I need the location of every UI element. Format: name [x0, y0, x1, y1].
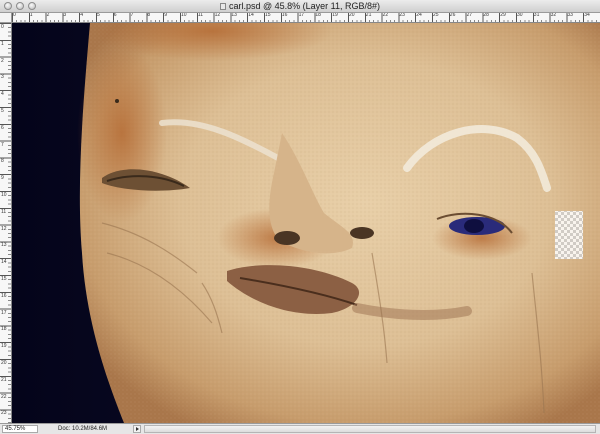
ruler-h-label: 28 — [483, 13, 489, 18]
ruler-v-label: 23 — [1, 410, 7, 417]
ruler-h-label: 20 — [349, 13, 355, 18]
vertical-ruler[interactable]: 0 1 2 3 4 5 6 7 8 9 10 11 12 13 14 15 16 17 18 19 20 21 22 23 — [0, 23, 12, 423]
ruler-h-label: 31 — [533, 13, 540, 18]
ruler-v-label: 4 — [1, 91, 4, 98]
ruler-h-label: 14 — [248, 13, 254, 18]
document-icon — [219, 3, 226, 10]
ruler-h-label: 11 — [197, 13, 203, 18]
ruler-h-label: 30 — [517, 13, 523, 18]
ruler-h-label: 27 — [466, 13, 473, 18]
ruler-v-label: 16 — [1, 292, 7, 299]
status-bar: 45.75% Doc: 10.2M/84.6M — [0, 423, 600, 434]
horizontal-scrollbar[interactable] — [144, 425, 596, 433]
ruler-v-label: 13 — [1, 242, 7, 249]
ruler-v-label: 2 — [1, 57, 4, 64]
ruler-h-label: 16 — [281, 13, 288, 18]
ruler-v-label: 3 — [1, 74, 4, 81]
ruler-h-label: 25 — [433, 13, 439, 18]
ruler-h-label: 7 — [130, 13, 134, 18]
ruler-h-label: 15 — [265, 13, 271, 18]
window-title-text: carl.psd @ 45.8% (Layer 11, RGB/8#) — [228, 1, 381, 11]
document-canvas[interactable] — [12, 23, 600, 423]
ruler-h-label: 5 — [97, 13, 100, 18]
transparent-area — [555, 211, 583, 259]
right-pupil — [464, 219, 484, 233]
ruler-v-label: 9 — [1, 175, 4, 182]
ruler-v-label: 18 — [1, 326, 7, 333]
window-title: carl.psd @ 45.8% (Layer 11, RGB/8#) — [0, 0, 600, 12]
ruler-v-label: 12 — [1, 225, 7, 232]
ruler-h-label: 19 — [332, 13, 338, 18]
ruler-h-label: 29 — [500, 13, 506, 18]
ruler-h-label: 9 — [164, 13, 167, 18]
ruler-h-label: 4 — [80, 13, 83, 18]
ruler-h-label: 22 — [382, 13, 389, 18]
ruler-v-label: 14 — [1, 259, 7, 266]
ruler-h-label: 34 — [584, 13, 590, 18]
ruler-v-label: 15 — [1, 276, 7, 282]
dark-spot — [115, 99, 119, 103]
ruler-v-label: 7 — [1, 141, 4, 148]
rust-left — [77, 43, 167, 223]
photoshop-document-window: carl.psd @ 45.8% (Layer 11, RGB/8#) 0123… — [0, 0, 600, 434]
ruler-v-label: 0 — [1, 24, 4, 30]
ruler-h-label: 18 — [315, 13, 321, 18]
ruler-v-label: 6 — [1, 124, 4, 131]
ruler-h-label: 24 — [416, 13, 422, 18]
ruler-h-label: 33 — [567, 13, 573, 18]
status-menu-arrow-icon[interactable] — [133, 425, 141, 433]
canvas-image — [12, 23, 600, 423]
ruler-v-label: 10 — [1, 192, 7, 198]
ruler-v-label: 22 — [1, 393, 7, 400]
document-size-info: Doc: 10.2M/84.6M — [58, 426, 108, 432]
ruler-v-label: 17 — [1, 309, 7, 316]
ruler-v-label: 20 — [1, 360, 7, 366]
ruler-v-label: 8 — [1, 158, 4, 165]
ruler-v-label: 11 — [1, 208, 7, 215]
ruler-h-label: 8 — [147, 13, 151, 18]
ruler-h-label: 6 — [113, 13, 117, 18]
title-bar[interactable]: carl.psd @ 45.8% (Layer 11, RGB/8#) — [0, 0, 600, 13]
ruler-h-label: 1 — [29, 13, 33, 18]
ruler-h-label: 3 — [63, 13, 67, 18]
ruler-h-label: 32 — [550, 13, 557, 18]
ruler-v-label: 5 — [1, 108, 4, 114]
ruler-h-label: 23 — [399, 13, 405, 18]
ruler-h-label: 21 — [365, 13, 372, 18]
ruler-h-label: 13 — [231, 13, 237, 18]
horizontal-ruler[interactable]: 0 1 2 3 4 5 6 7 8 9 10 11 12 13 14 15 16 17 18 19 20 21 22 23 24… — [12, 13, 600, 23]
ruler-origin[interactable] — [0, 13, 12, 23]
ruler-v-label: 21 — [1, 376, 7, 383]
ruler-v-label: 1 — [1, 40, 4, 47]
left-nostril — [274, 231, 300, 245]
zoom-level-field[interactable]: 45.75% — [2, 425, 38, 433]
ruler-v-label: 19 — [1, 343, 7, 350]
ruler-h-label: 2 — [46, 13, 50, 18]
ruler-h-label: 26 — [449, 13, 456, 18]
ruler-h-label: 10 — [181, 13, 187, 18]
ruler-h-label: 12 — [214, 13, 221, 18]
right-nostril — [350, 227, 374, 239]
ruler-h-label: 0 — [13, 13, 16, 18]
ruler-h-label: 17 — [298, 13, 305, 18]
